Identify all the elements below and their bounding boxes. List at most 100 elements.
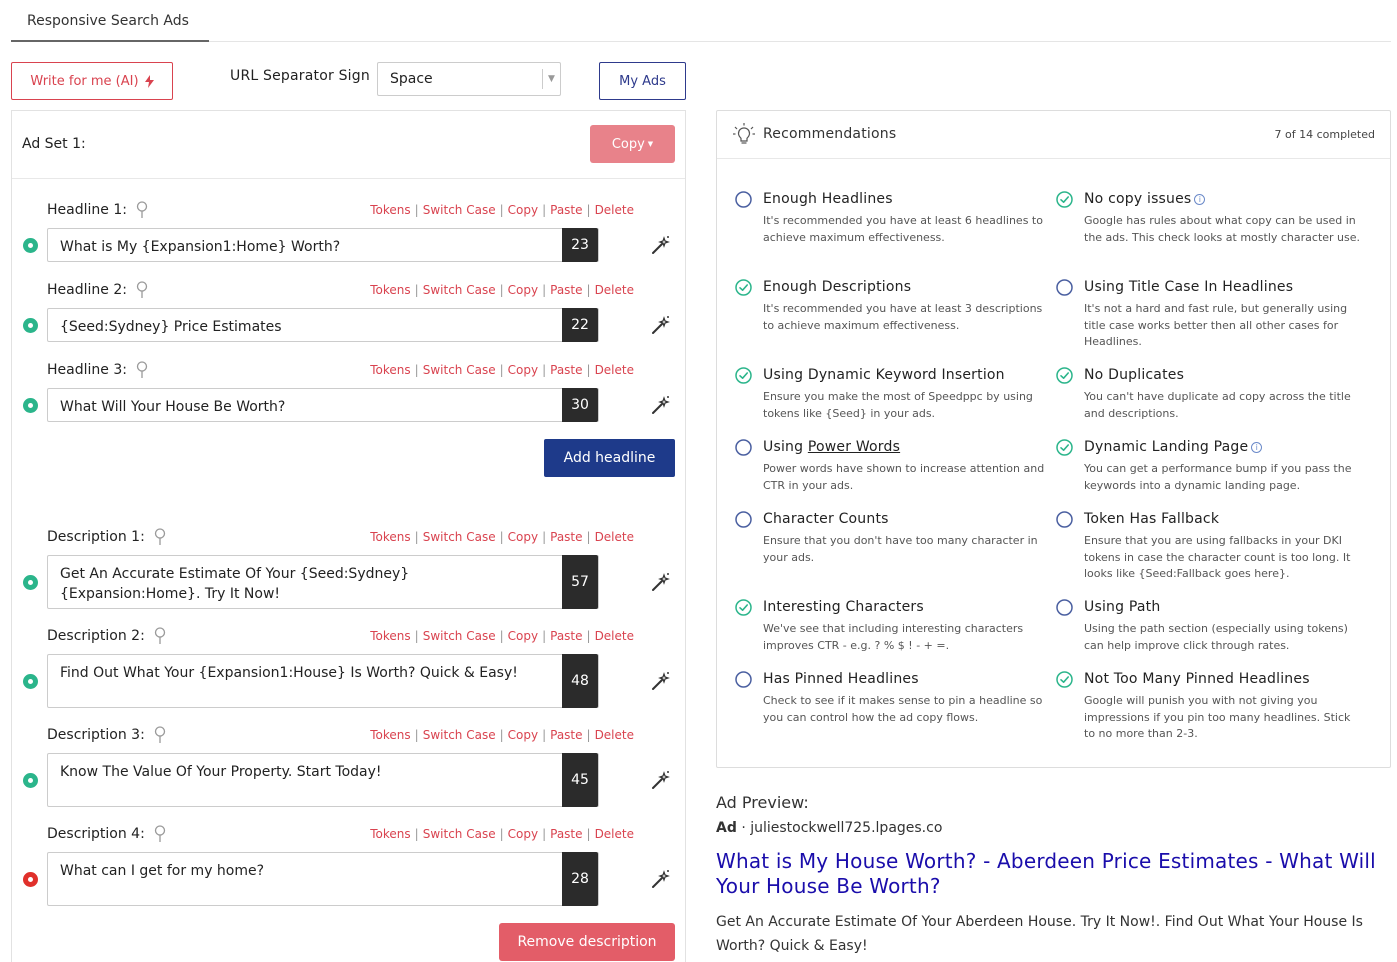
add-headline-button[interactable]: Add headline — [544, 439, 675, 477]
switch-case-link[interactable]: Switch Case — [423, 629, 496, 643]
tokens-link[interactable]: Tokens — [370, 363, 410, 377]
recommendation-title: Token Has Fallback — [1084, 511, 1219, 527]
tokens-link[interactable]: Tokens — [370, 530, 410, 544]
switch-case-link[interactable]: Switch Case — [423, 283, 496, 297]
pin-icon[interactable] — [153, 825, 167, 843]
status-indicator-center — [28, 243, 33, 248]
my-ads-button[interactable]: My Ads — [599, 62, 686, 100]
delete-link[interactable]: Delete — [595, 629, 634, 643]
paste-link[interactable]: Paste — [550, 827, 582, 841]
tokens-link[interactable]: Tokens — [370, 629, 410, 643]
description-input[interactable]: What can I get for my home? 28 — [47, 852, 599, 906]
write-for-me-button[interactable]: Write for me (AI) — [11, 62, 173, 100]
copy-link[interactable]: Copy — [508, 827, 538, 841]
description-input[interactable]: Find Out What Your {Expansion1:House} Is… — [47, 654, 599, 708]
paste-link[interactable]: Paste — [550, 283, 582, 297]
headline-input[interactable]: {Seed:Sydney} Price Estimates 22 — [47, 308, 599, 342]
delete-link[interactable]: Delete — [595, 827, 634, 841]
action-separator: | — [414, 827, 419, 841]
copy-link[interactable]: Copy — [508, 629, 538, 643]
tokens-link[interactable]: Tokens — [370, 827, 410, 841]
check-circle-icon — [1056, 439, 1073, 456]
copy-link[interactable]: Copy — [508, 530, 538, 544]
magic-wand-icon[interactable] — [651, 770, 671, 790]
action-separator: | — [586, 203, 591, 217]
paste-link[interactable]: Paste — [550, 203, 582, 217]
magic-wand-icon[interactable] — [651, 315, 671, 335]
copy-link[interactable]: Copy — [508, 203, 538, 217]
recommendation-title: Using Power Words — [763, 439, 900, 455]
delete-link[interactable]: Delete — [595, 728, 634, 742]
pin-icon[interactable] — [135, 361, 149, 379]
headline-input[interactable]: What Will Your House Be Worth? 30 — [47, 388, 599, 422]
recommendation-title-text: Not Too Many Pinned Headlines — [1084, 671, 1310, 687]
status-indicator-center — [28, 580, 33, 585]
check-circle-icon — [1056, 367, 1073, 384]
switch-case-link[interactable]: Switch Case — [423, 363, 496, 377]
magic-wand-icon[interactable] — [651, 869, 671, 889]
url-separator-select[interactable]: Space ▼ — [377, 62, 561, 96]
headline-label: Headline 2: — [47, 281, 149, 299]
tokens-link[interactable]: Tokens — [370, 203, 410, 217]
switch-case-link[interactable]: Switch Case — [423, 728, 496, 742]
switch-case-link[interactable]: Switch Case — [423, 203, 496, 217]
check-circle-icon — [1056, 671, 1073, 688]
caret-down-icon: ▼ — [647, 140, 654, 148]
input-text: Get An Accurate Estimate Of Your {Seed:S… — [60, 566, 410, 602]
headline-input[interactable]: What is My {Expansion1:Home} Worth? 23 — [47, 228, 599, 262]
recommendation-description: Using the path section (especially using… — [1084, 622, 1348, 652]
input-text: Know The Value Of Your Property. Start T… — [60, 764, 382, 780]
pin-icon[interactable] — [153, 726, 167, 744]
paste-link[interactable]: Paste — [550, 728, 582, 742]
copy-dropdown-button[interactable]: Copy ▼ — [590, 125, 675, 163]
info-icon[interactable]: i — [1251, 441, 1263, 453]
delete-link[interactable]: Delete — [595, 530, 634, 544]
switch-case-link[interactable]: Switch Case — [423, 827, 496, 841]
tokens-link[interactable]: Tokens — [370, 283, 410, 297]
magic-wand-icon[interactable] — [651, 235, 671, 255]
action-separator: | — [499, 728, 504, 742]
paste-link[interactable]: Paste — [550, 629, 582, 643]
pin-icon[interactable] — [135, 201, 149, 219]
description-field: Description 2: Tokens | Switch Case | Copy | Pa… — [12, 627, 685, 708]
field-label-text: Headline 2: — [47, 282, 127, 298]
input-text: {Seed:Sydney} Price Estimates — [60, 319, 282, 335]
magic-wand-icon[interactable] — [651, 671, 671, 691]
action-separator: | — [414, 728, 419, 742]
description-input[interactable]: Know The Value Of Your Property. Start T… — [47, 753, 599, 807]
action-separator: | — [499, 203, 504, 217]
copy-link[interactable]: Copy — [508, 728, 538, 742]
recommendation-title: Has Pinned Headlines — [763, 671, 919, 687]
ad-preview-headline[interactable]: What is My House Worth? - Aberdeen Price… — [716, 849, 1386, 899]
copy-link[interactable]: Copy — [508, 363, 538, 377]
status-indicator — [23, 773, 38, 788]
delete-link[interactable]: Delete — [595, 203, 634, 217]
status-indicator-center — [28, 323, 33, 328]
power-words-link[interactable]: Power Words — [808, 439, 900, 455]
magic-wand-icon[interactable] — [651, 572, 671, 592]
paste-link[interactable]: Paste — [550, 530, 582, 544]
paste-link[interactable]: Paste — [550, 363, 582, 377]
delete-link[interactable]: Delete — [595, 363, 634, 377]
field-label-text: Description 4: — [47, 826, 145, 842]
info-icon[interactable]: i — [1194, 193, 1206, 205]
action-separator: | — [414, 283, 419, 297]
pin-icon[interactable] — [135, 281, 149, 299]
remove-description-button[interactable]: Remove description — [499, 923, 675, 961]
action-separator: | — [542, 530, 547, 544]
magic-wand-icon[interactable] — [651, 395, 671, 415]
tokens-link[interactable]: Tokens — [370, 728, 410, 742]
pin-icon[interactable] — [153, 528, 167, 546]
tab-responsive-search-ads[interactable]: Responsive Search Ads — [11, 0, 209, 42]
action-separator: | — [586, 827, 591, 841]
copy-link[interactable]: Copy — [508, 283, 538, 297]
empty-circle-icon — [1056, 599, 1073, 616]
description-field: Description 1: Tokens | Switch Case | Copy | Pa… — [12, 528, 685, 609]
delete-link[interactable]: Delete — [595, 283, 634, 297]
pin-icon[interactable] — [153, 627, 167, 645]
switch-case-link[interactable]: Switch Case — [423, 530, 496, 544]
description-input[interactable]: Get An Accurate Estimate Of Your {Seed:S… — [47, 555, 599, 609]
character-count: 30 — [562, 388, 598, 422]
tab-bar: Responsive Search Ads — [11, 0, 1391, 42]
field-actions: Tokens | Switch Case | Copy | Paste | Delete — [370, 629, 634, 643]
